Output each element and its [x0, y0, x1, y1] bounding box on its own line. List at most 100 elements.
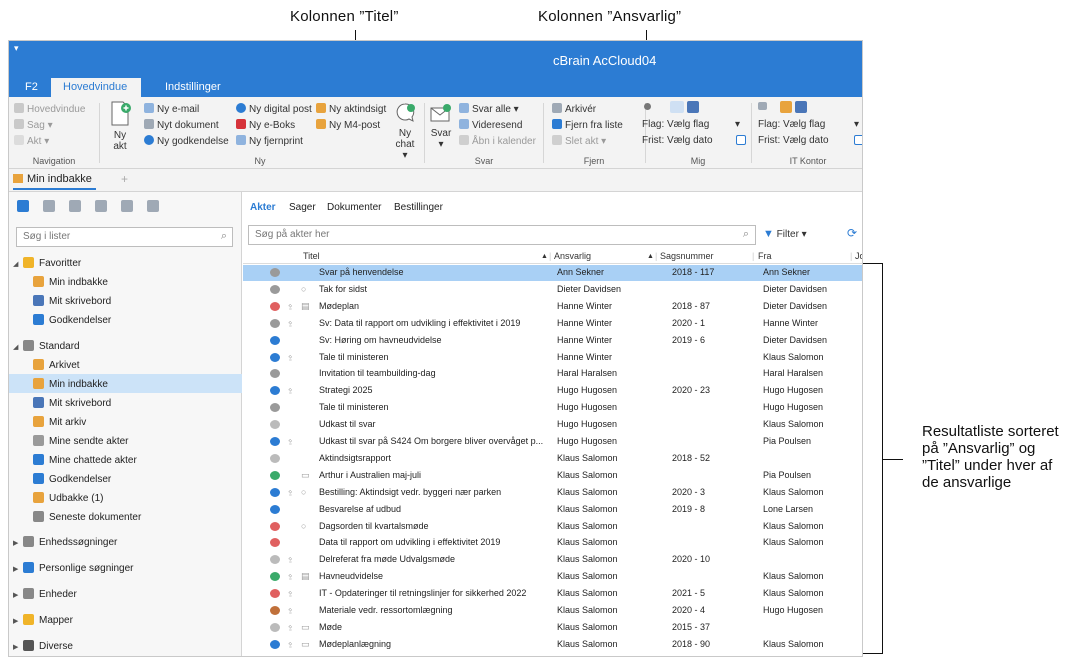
expand-icon[interactable]: ▶: [13, 643, 23, 651]
tree-item[interactable]: ◢ Standard: [9, 336, 242, 355]
table-row[interactable]: ⍚ Strategi 2025 Hugo Hugosen 2020 - 23 Hugo …: [243, 383, 862, 399]
table-row[interactable]: Invitation til teambuilding-dag Haral Har…: [243, 366, 862, 382]
table-row[interactable]: Udkast til svar Hugo Hugosen Klaus Salomon: [243, 417, 862, 433]
tree-item[interactable]: ▶ Mapper: [9, 610, 242, 629]
list-search-input[interactable]: Søg i lister ⌕: [16, 227, 233, 247]
tree-item[interactable]: Seneste dokumenter: [9, 507, 242, 526]
tree-item[interactable]: Godkendelser: [9, 310, 242, 329]
quick-access-toolbar[interactable]: ▾: [14, 43, 19, 54]
users-icon[interactable]: [121, 200, 133, 212]
tree-item[interactable]: ▶ Enheder: [9, 584, 242, 603]
export-icon[interactable]: [147, 200, 159, 212]
itkontor-flag-dropdown[interactable]: ▾: [854, 119, 859, 130]
mig-flag-dropdown[interactable]: ▾: [735, 119, 740, 130]
tree-item[interactable]: Udbakke (1): [9, 488, 242, 507]
org-icon[interactable]: [43, 200, 55, 212]
search-icon[interactable]: ⌕: [221, 230, 227, 243]
tree-item[interactable]: ▶ Diverse: [9, 636, 242, 655]
table-row[interactable]: ○ Dagsorden til kvartalsmøde Klaus Salomon…: [243, 519, 862, 535]
nyt-dokument[interactable]: Nyt dokument: [144, 119, 219, 131]
table-row[interactable]: ⍚ ▤ Mødeplan Hanne Winter 2018 - 87 Dieter Da…: [243, 299, 862, 315]
itkontor-calendar-icon[interactable]: [854, 135, 862, 147]
table-row[interactable]: ⍚ ▭ Mødeplanlægning Klaus Salomon 2018 - 90 K…: [243, 637, 862, 653]
slet-akt[interactable]: Slet akt ▾: [552, 135, 606, 147]
tree-item[interactable]: Mit skrivebord: [9, 291, 242, 310]
tree-item[interactable]: ▶ Enhedssøgninger: [9, 532, 242, 551]
svar-alle[interactable]: Svar alle ▾: [459, 103, 519, 115]
search-icon[interactable]: ⌕: [743, 228, 749, 241]
table-row[interactable]: ⍚ Sv: Data til rapport om udvikling i eff…: [243, 316, 862, 332]
expand-icon[interactable]: ▶: [13, 565, 23, 573]
ny-m4-post[interactable]: Ny M4-post: [316, 119, 380, 131]
table-row[interactable]: Besvarelse af udbud Klaus Salomon 2019 - 8…: [243, 502, 862, 518]
table-row[interactable]: ⍚ ▤ Havneudvidelse Klaus Salomon Klaus Salom…: [243, 569, 862, 585]
list-icon[interactable]: [69, 200, 81, 212]
mig-frist[interactable]: Frist: Vælg dato: [642, 135, 713, 146]
mig-calendar-icon[interactable]: [736, 135, 749, 147]
table-row[interactable]: ⍚ Delreferat fra møde Udvalgsmøde Klaus Sa…: [243, 552, 862, 568]
table-row[interactable]: Data til rapport om udvikling i effektiv…: [243, 535, 862, 551]
table-row[interactable]: Svar på henvendelse Ann Sekner 2018 - 117 A…: [243, 265, 862, 281]
ny-akt-button[interactable]: Ny akt: [106, 101, 134, 152]
ny-email[interactable]: Ny e-mail: [144, 103, 199, 115]
collapse-icon[interactable]: ◢: [13, 260, 23, 268]
ny-godkendelse[interactable]: Ny godkendelse: [144, 135, 229, 147]
mig-flag[interactable]: Flag: Vælg flag: [642, 119, 709, 130]
itkontor-flag[interactable]: Flag: Vælg flag: [758, 119, 825, 130]
table-row[interactable]: ⍚ Materiale vedr. ressortomlægning Klaus S…: [243, 603, 862, 619]
mig-inbox-icon[interactable]: [670, 101, 702, 115]
nav-akt[interactable]: Akt ▾: [14, 135, 49, 147]
itkontor-frist[interactable]: Frist: Vælg dato: [758, 135, 829, 146]
ny-fjernprint[interactable]: Ny fjernprint: [236, 135, 303, 147]
table-row[interactable]: ⍚ ○ Bestilling: Aktindsigt vedr. byggeri n…: [243, 485, 862, 501]
itkontor-inbox-icon[interactable]: [780, 101, 810, 115]
ribbon-tab-hovedvindue[interactable]: Hovedvindue: [51, 78, 142, 97]
ny-chat-button[interactable]: Ny chat ▾: [390, 101, 420, 161]
tree-item[interactable]: Mine chattede akter: [9, 450, 242, 469]
column-header-ansvarlig[interactable]: Ansvarlig: [554, 251, 591, 261]
tree-item[interactable]: Mine sendte akter: [9, 431, 242, 450]
svar-button[interactable]: Svar ▾: [427, 103, 455, 150]
ny-eboks[interactable]: Ny e-Boks: [236, 119, 295, 131]
folder-list-icon[interactable]: [95, 200, 107, 212]
table-row[interactable]: ○ Tak for sidst Dieter Davidsen Dieter Davi…: [243, 282, 862, 298]
new-list-icon[interactable]: [17, 200, 29, 212]
tree-item[interactable]: Mit arkiv: [9, 412, 242, 431]
table-row[interactable]: Tale til ministeren Hugo Hugosen Hugo Hugo…: [243, 400, 862, 416]
tab-dokumenter[interactable]: Dokumenter: [327, 202, 381, 213]
filter-button[interactable]: ▼ Filter ▾: [763, 228, 807, 240]
table-row[interactable]: ▭ Arthur i Australien maj-juli Klaus Salom…: [243, 468, 862, 484]
add-tab-icon[interactable]: +: [121, 172, 128, 186]
table-row[interactable]: ⍚ ▭ Møde Klaus Salomon 2015 - 37: [243, 620, 862, 636]
add-filter-icon[interactable]: ⟳: [847, 226, 857, 240]
tab-min-indbakke[interactable]: Min indbakke: [13, 173, 96, 190]
table-row[interactable]: ⍚ Tale til ministeren Hanne Winter Klaus Sa…: [243, 350, 862, 366]
akter-search-input[interactable]: Søg på akter her ⌕: [248, 225, 756, 245]
nav-sag[interactable]: Sag ▾: [14, 119, 53, 131]
table-row[interactable]: Aktindsigtsrapport Klaus Salomon 2018 - 52: [243, 451, 862, 467]
table-row[interactable]: ⍚ IT - Opdateringer til retningslinjer fo…: [243, 586, 862, 602]
tree-item[interactable]: Godkendelser: [9, 469, 242, 488]
expand-icon[interactable]: ▶: [13, 591, 23, 599]
tree-item[interactable]: Mit skrivebord: [9, 393, 242, 412]
table-row[interactable]: Sv: Høring om havneudvidelse Hanne Winter…: [243, 333, 862, 349]
ribbon-tab-indstillinger[interactable]: Indstillinger: [155, 78, 231, 97]
ny-aktindsigt[interactable]: Ny aktindsigt: [316, 103, 386, 115]
expand-icon[interactable]: ▶: [13, 539, 23, 547]
arkiver-button[interactable]: Arkivér: [552, 103, 596, 115]
tree-item[interactable]: Arkivet: [9, 355, 242, 374]
tree-item[interactable]: Min indbakke: [9, 374, 242, 393]
expand-icon[interactable]: ▶: [13, 617, 23, 625]
column-header-titel[interactable]: Titel: [303, 251, 320, 261]
ribbon-tab-f2[interactable]: F2: [15, 78, 48, 97]
collapse-icon[interactable]: ◢: [13, 343, 23, 351]
tab-akter[interactable]: Akter: [250, 202, 276, 213]
tree-item[interactable]: Min indbakke: [9, 272, 242, 291]
tab-sager[interactable]: Sager: [289, 202, 316, 213]
fjern-fra-liste[interactable]: Fjern fra liste: [552, 119, 623, 131]
table-row[interactable]: ⍚ Udkast til svar på S424 Om borgere bliv…: [243, 434, 862, 450]
column-header-fra[interactable]: Fra: [758, 251, 772, 261]
tree-item[interactable]: ▶ Personlige søgninger: [9, 558, 242, 577]
ny-digital-post[interactable]: Ny digital post: [236, 103, 312, 115]
videresend[interactable]: Videresend: [459, 119, 522, 131]
